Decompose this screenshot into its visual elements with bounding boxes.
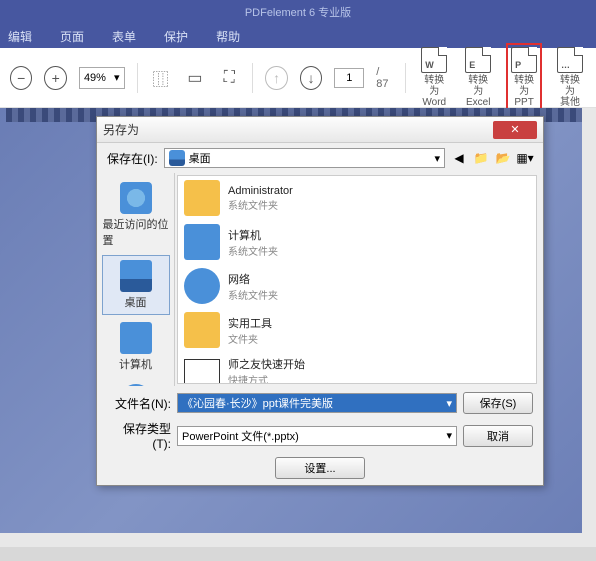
place-item[interactable]: 最近访问的位置 xyxy=(102,177,170,253)
separator xyxy=(405,63,406,93)
dialog-title: 另存为 xyxy=(103,121,139,138)
menu-page[interactable]: 页面 xyxy=(60,28,84,45)
file-name: 师之友快速开始 xyxy=(228,356,305,372)
cancel-button[interactable]: 取消 xyxy=(463,425,533,447)
convert-ppt-button[interactable]: P 转换为PPT xyxy=(506,43,542,112)
convert-word-label: 转换为Word xyxy=(420,75,448,108)
file-meta: 系统文件夹 xyxy=(228,197,293,212)
desktop-icon xyxy=(169,150,185,166)
place-item[interactable]: 计算机 xyxy=(102,317,170,377)
menu-edit[interactable]: 编辑 xyxy=(8,28,32,45)
save-button[interactable]: 保存(S) xyxy=(463,392,533,414)
place-icon xyxy=(120,260,152,292)
horizontal-scrollbar[interactable] xyxy=(0,533,582,547)
file-item[interactable]: Administrator系统文件夹 xyxy=(178,176,536,220)
menu-form[interactable]: 表单 xyxy=(112,28,136,45)
convert-other-button[interactable]: … 转换为其他 xyxy=(554,45,586,110)
filename-label: 文件名(N): xyxy=(107,395,171,412)
file-meta: 系统文件夹 xyxy=(228,243,278,258)
location-value: 桌面 xyxy=(189,150,211,166)
fullscreen-icon[interactable]: ⛶ xyxy=(218,66,240,90)
back-icon[interactable]: ◀ xyxy=(451,150,467,166)
app-title: PDFelement 6 专业版 xyxy=(245,4,351,20)
save-as-dialog: 另存为 ✕ 保存在(I): 桌面 ▾ ◀ 📁 📂 ▦▾ 最近访问的位置桌面计算机… xyxy=(96,116,544,486)
file-icon xyxy=(184,268,220,304)
convert-excel-label: 转换为Excel xyxy=(464,75,492,108)
file-name: 网络 xyxy=(228,271,278,287)
file-meta: 快捷方式1.91 KB xyxy=(228,372,305,384)
zoom-out-button[interactable]: − xyxy=(10,66,32,90)
dialog-body: 最近访问的位置桌面计算机网络 Administrator系统文件夹计算机系统文件… xyxy=(97,173,543,386)
place-icon xyxy=(120,182,152,214)
file-icon xyxy=(184,180,220,216)
convert-excel-button[interactable]: E 转换为Excel xyxy=(462,45,494,110)
file-name: 计算机 xyxy=(228,227,278,243)
view-icon[interactable]: ▦▾ xyxy=(517,150,533,166)
fit-width-icon[interactable]: ⿲ xyxy=(149,66,171,90)
separator xyxy=(137,63,138,93)
place-label: 最近访问的位置 xyxy=(103,216,169,248)
convert-other-label: 转换为其他 xyxy=(556,75,584,108)
file-item[interactable]: 实用工具文件夹 xyxy=(178,308,536,352)
zoom-select[interactable]: 49% ▾ xyxy=(79,67,125,89)
file-meta: 系统文件夹 xyxy=(228,287,278,302)
place-item[interactable]: 网络 xyxy=(102,379,170,386)
dialog-titlebar: 另存为 ✕ xyxy=(97,117,543,143)
dialog-bottom: 文件名(N): 《沁园春·长沙》ppt课件完美版▾ 保存(S) 保存类型(T):… xyxy=(97,386,543,485)
page-input[interactable] xyxy=(334,68,364,88)
file-item[interactable]: 师之友快速开始快捷方式1.91 KB xyxy=(178,352,536,384)
file-icon xyxy=(184,224,220,260)
location-select[interactable]: 桌面 ▾ xyxy=(164,148,445,168)
file-excel-icon: E xyxy=(465,47,491,73)
file-icon xyxy=(184,359,220,384)
filename-input[interactable]: 《沁园春·长沙》ppt课件完美版▾ xyxy=(177,393,457,413)
close-button[interactable]: ✕ xyxy=(493,121,537,139)
file-meta: 文件夹 xyxy=(228,331,272,346)
menu-protect[interactable]: 保护 xyxy=(164,28,188,45)
convert-ppt-label: 转换为PPT xyxy=(510,75,538,108)
separator xyxy=(252,63,253,93)
convert-word-button[interactable]: W 转换为Word xyxy=(418,45,450,110)
new-folder-icon[interactable]: 📂 xyxy=(495,150,511,166)
chevron-down-icon: ▾ xyxy=(114,71,120,84)
file-list[interactable]: Administrator系统文件夹计算机系统文件夹网络系统文件夹实用工具文件夹… xyxy=(177,175,537,384)
file-word-icon: W xyxy=(421,47,447,73)
file-ppt-icon: P xyxy=(511,47,537,73)
place-label: 计算机 xyxy=(119,356,152,372)
filetype-select[interactable]: PowerPoint 文件(*.pptx)▾ xyxy=(177,426,457,446)
page-up-button[interactable]: ↑ xyxy=(265,66,287,90)
file-item[interactable]: 计算机系统文件夹 xyxy=(178,220,536,264)
fit-page-icon[interactable]: ▭ xyxy=(184,66,206,90)
place-label: 桌面 xyxy=(125,294,147,310)
app-titlebar: PDFelement 6 专业版 xyxy=(0,0,596,24)
filetype-label: 保存类型(T): xyxy=(107,420,171,451)
place-icon xyxy=(120,322,152,354)
page-total: / 87 xyxy=(376,66,393,90)
status-bar xyxy=(0,547,596,561)
menu-help[interactable]: 帮助 xyxy=(216,28,240,45)
vertical-scrollbar[interactable] xyxy=(582,108,596,561)
file-icon xyxy=(184,312,220,348)
file-other-icon: … xyxy=(557,47,583,73)
zoom-in-button[interactable]: + xyxy=(44,66,66,90)
page-down-button[interactable]: ↓ xyxy=(300,66,322,90)
save-in-label: 保存在(I): xyxy=(107,150,158,167)
chevron-down-icon: ▾ xyxy=(434,152,440,165)
location-row: 保存在(I): 桌面 ▾ ◀ 📁 📂 ▦▾ xyxy=(97,143,543,173)
up-icon[interactable]: 📁 xyxy=(473,150,489,166)
file-name: Administrator xyxy=(228,185,293,197)
zoom-value: 49% xyxy=(84,72,106,84)
place-item[interactable]: 桌面 xyxy=(102,255,170,315)
toolbar: − + 49% ▾ ⿲ ▭ ⛶ ↑ ↓ / 87 W 转换为Word E 转换为E… xyxy=(0,48,596,108)
settings-button[interactable]: 设置... xyxy=(275,457,365,479)
file-name: 实用工具 xyxy=(228,315,272,331)
places-bar: 最近访问的位置桌面计算机网络 xyxy=(97,173,175,386)
file-item[interactable]: 网络系统文件夹 xyxy=(178,264,536,308)
